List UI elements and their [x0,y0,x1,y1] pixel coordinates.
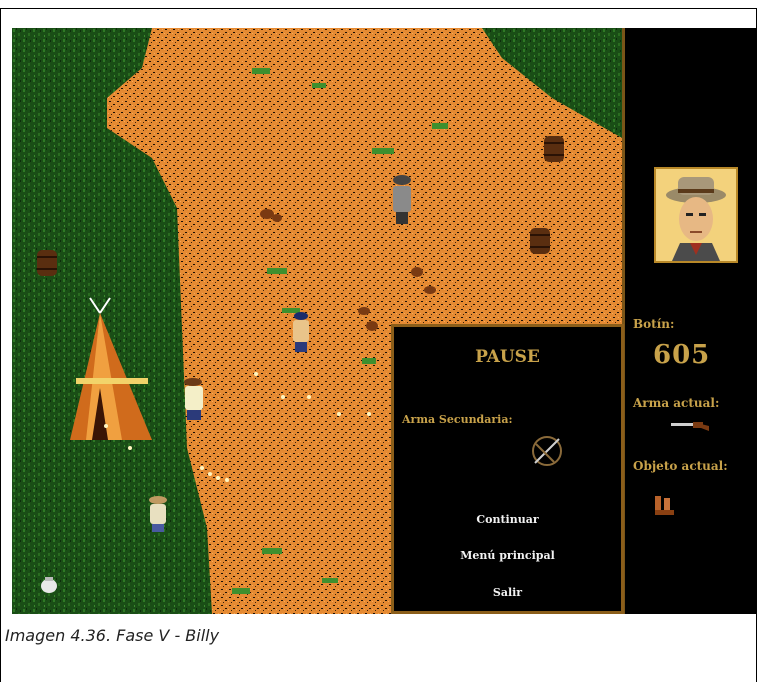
figure-caption: Imagen 4.36. Fase V - Billy [5,626,220,645]
loot-label: Botín: [633,317,675,331]
cowboy-portrait-icon [656,169,736,261]
frame-left-border [0,8,1,682]
character-portrait [654,167,738,263]
main-menu-button[interactable]: Menú principal [394,549,621,562]
pause-menu: PAUSE Arma Secundaria: Continuar Menú pr… [391,324,624,614]
pause-title: PAUSE [475,347,540,367]
player-billy[interactable] [293,312,309,352]
barrel [544,136,564,162]
hud-sidebar: Botín: 605 Arma actual: Objeto actual: [622,28,757,614]
barrel [530,228,550,254]
barrel [37,250,57,276]
continue-button[interactable]: Continuar [394,513,621,526]
game-viewport[interactable]: Botín: 605 Arma actual: Objeto actual: P… [12,28,757,614]
boots-icon [653,496,675,521]
loot-value: 605 [653,340,711,370]
crossbow-icon [530,434,564,468]
frame-top-border [0,8,757,9]
current-weapon-label: Arma actual: [633,396,720,410]
exit-button[interactable]: Salir [394,586,621,599]
rifle-icon [671,419,709,437]
current-object-label: Objeto actual: [633,459,728,473]
secondary-weapon-label: Arma Secundaria: [402,413,513,426]
